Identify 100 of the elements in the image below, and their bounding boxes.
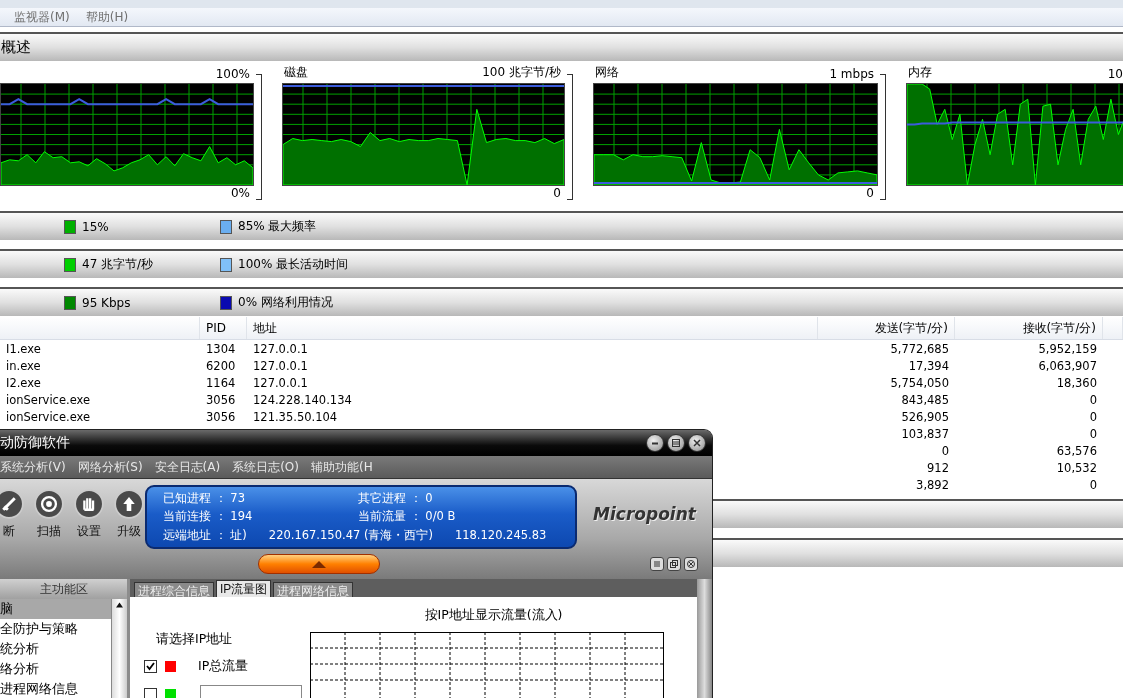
menu-item[interactable]: 安全日志(A) xyxy=(154,458,221,476)
scale-min-label: 0 xyxy=(866,186,874,202)
table-cell: 103,837 xyxy=(901,426,949,441)
close-button[interactable] xyxy=(684,557,698,571)
logo: Micropoint xyxy=(592,503,698,526)
scale-max-label: 100% xyxy=(215,67,250,81)
table-cell: 0 xyxy=(1089,392,1097,407)
table-cell: 3056 xyxy=(206,392,236,407)
section-header[interactable]: 95 Kbps 0% 网络利用情况 xyxy=(0,287,1123,316)
status-text: 远端地址 ： 址) xyxy=(163,528,247,544)
table-cell: 5,754,050 xyxy=(890,375,949,390)
legend-label: 47 兆字节/秒 xyxy=(82,256,154,273)
status-text: 已知进程 ： 73 xyxy=(163,490,246,506)
scale-max-label: 100 兆字节/秒 xyxy=(482,64,561,81)
caret-up-icon xyxy=(115,602,124,608)
section-title: 概述 xyxy=(1,38,31,57)
toolbar-button[interactable]: 扫描 xyxy=(34,489,64,549)
list-button[interactable] xyxy=(650,557,664,571)
table-cell: 10,532 xyxy=(1056,460,1097,475)
checkbox[interactable] xyxy=(144,660,157,673)
table-cell: 0 xyxy=(1089,409,1097,424)
table-cell: 0 xyxy=(941,443,949,458)
menu-item[interactable]: 网络分析(S) xyxy=(77,458,143,476)
table-cell: 127.0.0.1 xyxy=(253,375,308,390)
minus-icon xyxy=(651,441,659,445)
restore-button[interactable] xyxy=(667,557,681,571)
graph-title: 内存 xyxy=(908,64,932,81)
maximize-button[interactable] xyxy=(667,434,685,452)
legend-label: 0% 网络利用情况 xyxy=(238,294,333,311)
section-header[interactable] xyxy=(712,499,1123,528)
status-text: 118.120.245.83 xyxy=(454,528,547,544)
column-header[interactable]: PID xyxy=(200,317,247,339)
prompt-text: 请选择IP地址 xyxy=(156,631,234,648)
table-cell: 17,394 xyxy=(908,358,949,373)
close-button[interactable] xyxy=(688,434,706,452)
table-cell: 127.0.0.1 xyxy=(253,358,308,373)
minimize-button[interactable] xyxy=(646,434,664,452)
close-icon xyxy=(687,560,695,568)
chart-title: 按IP地址显示流量(流入) xyxy=(424,607,563,624)
table-cell: 127.0.0.1 xyxy=(253,341,308,356)
column-header[interactable]: 地址 xyxy=(247,317,818,339)
collapse-button[interactable] xyxy=(258,554,380,574)
table-cell: ionService.exe xyxy=(6,392,91,407)
column-header[interactable]: 发送(字节/分) xyxy=(818,317,955,339)
scale-min-label: 0% xyxy=(230,186,250,202)
option-label: IP总流量 xyxy=(198,658,249,675)
table-cell: 124.228.140.134 xyxy=(253,392,352,407)
checkbox[interactable] xyxy=(144,687,157,698)
table-cell: 843,485 xyxy=(901,392,949,407)
toolbar-button[interactable]: 设置 xyxy=(74,489,104,549)
table-cell: 63,576 xyxy=(1056,443,1097,458)
toolbar-button[interactable]: 升级 xyxy=(114,489,144,549)
status-text: 当前流量 ： 0/0 B xyxy=(358,509,457,525)
table-cell: 1164 xyxy=(206,375,236,390)
section-header[interactable]: 概述 xyxy=(0,32,1123,61)
list-icon xyxy=(653,560,661,568)
menu-item[interactable]: 系统日志(O) xyxy=(232,458,299,476)
table-cell: 1304 xyxy=(206,341,236,356)
toolbar-button[interactable]: 断 xyxy=(0,489,24,549)
table-cell: 5,952,159 xyxy=(1038,341,1097,356)
status-text: 当前连接 ： 194 xyxy=(163,509,254,525)
section-header[interactable]: 47 兆字节/秒 100% 最长活动时间 xyxy=(0,249,1123,278)
scale-min-label: 0 xyxy=(553,186,561,202)
legend-label: 85% 最大频率 xyxy=(238,218,317,235)
column-header[interactable]: 接收(字节/分) xyxy=(955,317,1103,339)
arrow-up-icon xyxy=(114,489,144,519)
table-cell: 5,772,685 xyxy=(890,341,949,356)
section-header[interactable] xyxy=(712,538,1123,567)
slash-icon xyxy=(0,489,24,519)
menu-item[interactable]: 辅助功能(H xyxy=(310,458,373,476)
close-icon xyxy=(692,438,702,448)
table-cell: ionService.exe xyxy=(6,409,91,424)
table-cell: 6200 xyxy=(206,358,236,373)
menu-item[interactable]: 系统分析(V) xyxy=(0,458,66,476)
table-cell: I1.exe xyxy=(6,341,41,356)
section-header[interactable]: 15% 85% 最大频率 xyxy=(0,211,1123,240)
panel-header: 主功能区 xyxy=(0,579,127,599)
nav-item[interactable]: 脑 xyxy=(0,599,111,619)
table-cell: 18,360 xyxy=(1056,375,1097,390)
table-cell: 526,905 xyxy=(901,409,949,424)
status-text: 其它进程 ： 0 xyxy=(358,490,434,506)
crosshair-icon xyxy=(34,489,64,519)
tab[interactable]: IP流量图 xyxy=(216,580,272,597)
table-cell: 6,063,907 xyxy=(1038,358,1097,373)
table-cell: 3056 xyxy=(206,409,236,424)
status-text: 220.167.150.47 (青海・西宁) xyxy=(268,528,433,544)
graph-title: 磁盘 xyxy=(284,64,308,81)
restore-icon xyxy=(670,560,678,568)
table-cell: I2.exe xyxy=(6,375,41,390)
table-cell: in.exe xyxy=(6,358,41,373)
scale-max-label: 10 xyxy=(1107,67,1123,81)
scale-max-label: 1 mbps xyxy=(829,67,874,81)
triangle-up-icon xyxy=(312,560,326,568)
window-title: 动防御软件 xyxy=(0,434,70,452)
hand-icon xyxy=(74,489,104,519)
graph-title: 网络 xyxy=(595,64,619,81)
table-cell: 121.35.50.104 xyxy=(253,409,338,424)
scrollbar[interactable] xyxy=(111,599,127,698)
ip-dropdown[interactable] xyxy=(200,685,302,698)
legend-label: 95 Kbps xyxy=(82,295,131,310)
